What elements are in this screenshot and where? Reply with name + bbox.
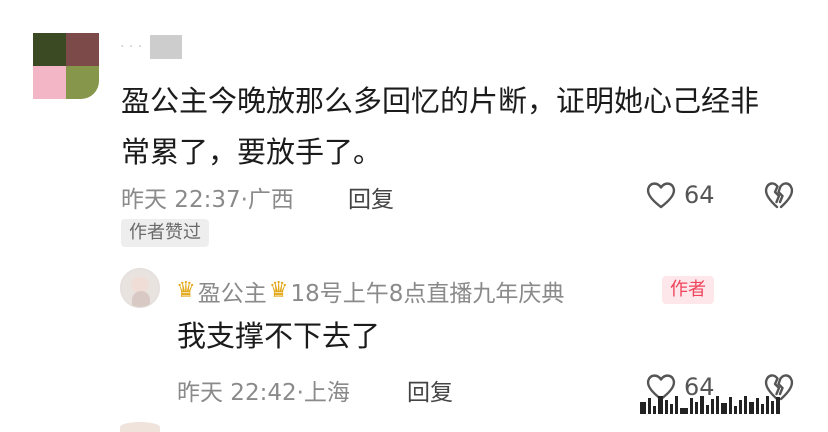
- crown-icon: ♛: [176, 278, 196, 303]
- reply-meta: 昨天 22:42·上海: [177, 373, 350, 407]
- reply-author-name-suffix: 18号上午8点直播九年庆典: [290, 281, 565, 307]
- avatar-figure: [132, 291, 150, 307]
- meta-separator: ·: [296, 380, 304, 406]
- like-count: 64: [684, 181, 715, 209]
- dislike-broken-heart-icon[interactable]: [763, 180, 795, 210]
- blurred-text: · · ·: [120, 39, 143, 55]
- reply-text: 我支撑不下去了: [177, 319, 381, 353]
- author-liked-tag: 作者赞过: [121, 219, 209, 247]
- author-badge: 作者: [662, 276, 714, 304]
- avatar-tile: [66, 66, 99, 99]
- watermark-icon: [640, 394, 780, 414]
- comment-time: 昨天 22:37: [121, 187, 241, 213]
- reply-author-avatar[interactable]: [120, 268, 160, 308]
- like-heart-icon[interactable]: [645, 180, 677, 210]
- next-reply-avatar[interactable]: [120, 422, 160, 432]
- avatar-tile: [33, 33, 66, 66]
- reply-author-row: ♛ 盈公主 ♛ 18号上午8点直播九年庆典: [176, 274, 565, 308]
- comment-location: 广西: [247, 187, 294, 213]
- avatar-tile: [33, 66, 66, 99]
- reply-time: 昨天 22:42: [177, 380, 297, 406]
- reply-author-name[interactable]: 盈公主: [198, 274, 267, 308]
- reply-button[interactable]: 回复: [348, 180, 394, 214]
- reply-reply-button[interactable]: 回复: [407, 373, 453, 407]
- comment-line: 常累了，要放手了。: [121, 135, 383, 169]
- meta-separator: ·: [240, 187, 248, 213]
- comment-text: 盈公主今晚放那么多回忆的片断，证明她心己经非 常累了，要放手了。: [121, 76, 801, 178]
- crown-icon: ♛: [268, 278, 289, 303]
- avatar-tile: [66, 33, 99, 66]
- reply-location: 上海: [303, 380, 350, 406]
- commenter-avatar[interactable]: [33, 33, 99, 99]
- comment-meta: 昨天 22:37·广西: [121, 180, 294, 214]
- blurred-block: [150, 35, 183, 59]
- comment-line: 盈公主今晚放那么多回忆的片断，证明她心己经非: [121, 84, 760, 118]
- commenter-username-blurred[interactable]: · · ·: [120, 34, 183, 60]
